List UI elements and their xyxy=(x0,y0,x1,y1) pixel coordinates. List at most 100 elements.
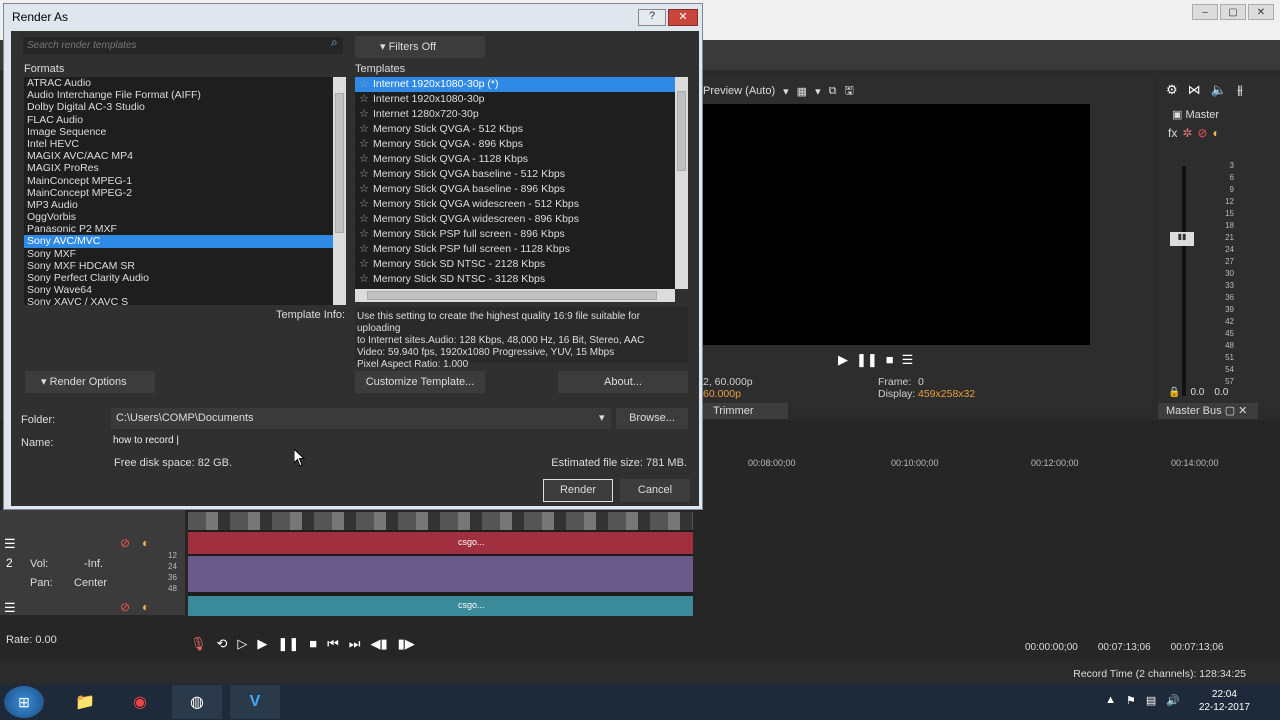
record-icon[interactable]: 🎙 xyxy=(190,636,207,652)
template-item[interactable]: ☆ Memory Stick SD NTSC - 2128 Kbps xyxy=(355,257,688,272)
lock-icon[interactable]: 🔒 xyxy=(1168,387,1180,398)
format-item[interactable]: ATRAC Audio xyxy=(24,77,346,89)
star-icon[interactable]: ☆ xyxy=(359,122,373,137)
scrollbar-thumb[interactable] xyxy=(677,91,686,171)
format-item[interactable]: Image Sequence xyxy=(24,126,346,138)
pan-value[interactable]: Center xyxy=(74,577,107,589)
filters-toggle-button[interactable]: ▾ Filters Off xyxy=(355,36,485,58)
template-item[interactable]: ☆ Memory Stick QVGA widescreen - 896 Kbps xyxy=(355,212,688,227)
format-item[interactable]: Sony Wave64 xyxy=(24,284,346,296)
template-item[interactable]: ☆ Memory Stick PSP full screen - 896 Kbps xyxy=(355,227,688,242)
template-item[interactable]: ☆ Internet 1280x720-30p xyxy=(355,107,688,122)
next-frame-icon[interactable]: ▮▶ xyxy=(398,636,415,652)
star-icon[interactable]: ☆ xyxy=(359,152,373,167)
prev-frame-icon[interactable]: ◀▮ xyxy=(370,636,387,652)
close-icon[interactable]: ✕ xyxy=(1238,405,1247,417)
master-fader[interactable]: ▮▮ xyxy=(1170,232,1194,246)
template-item[interactable]: ☆ Memory Stick QVGA - 1128 Kbps xyxy=(355,152,688,167)
star-icon[interactable]: ☆ xyxy=(359,227,373,242)
template-item[interactable]: ☆ Memory Stick QVGA baseline - 896 Kbps xyxy=(355,182,688,197)
chevron-down-icon[interactable]: ▾ xyxy=(815,85,821,98)
timeline-ruler[interactable]: 00:08:00;00 00:10:00;00 00:12:00;00 00:1… xyxy=(703,452,1258,472)
star-icon[interactable]: ☆ xyxy=(359,197,373,212)
go-end-icon[interactable]: ⏭ xyxy=(349,636,361,652)
automation-icon[interactable]: ✲ xyxy=(1182,126,1192,140)
star-icon[interactable]: ☆ xyxy=(359,107,373,122)
format-item[interactable]: Panasonic P2 MXF xyxy=(24,223,346,235)
volume-icon[interactable]: 🔊 xyxy=(1166,694,1180,707)
format-item[interactable]: Sony XAVC / XAVC S xyxy=(24,296,346,305)
fx-icon[interactable]: fx xyxy=(1168,126,1177,140)
play-icon[interactable]: ▶ xyxy=(257,636,267,652)
browse-button[interactable]: Browse... xyxy=(616,408,688,429)
speaker-icon[interactable]: 🔈 xyxy=(1211,82,1227,98)
mute-icon[interactable]: ⊘ xyxy=(120,536,130,550)
star-icon[interactable]: ☆ xyxy=(359,257,373,272)
scrollbar-thumb[interactable] xyxy=(367,291,657,300)
go-start-icon[interactable]: ⏮ xyxy=(327,636,339,652)
templates-horizontal-scrollbar[interactable] xyxy=(355,289,675,302)
format-item[interactable]: MainConcept MPEG-1 xyxy=(24,175,346,187)
star-icon[interactable]: ☆ xyxy=(359,167,373,182)
pause-icon[interactable]: ❚❚ xyxy=(856,352,878,368)
star-icon[interactable]: ☆ xyxy=(359,137,373,152)
format-item[interactable]: Sony MXF xyxy=(24,248,346,260)
close-window-button[interactable]: ✕ xyxy=(1248,4,1274,20)
template-item[interactable]: ☆ Memory Stick QVGA - 512 Kbps xyxy=(355,122,688,137)
dock-icon[interactable]: ▢ xyxy=(1225,405,1235,417)
menu-icon[interactable]: ☰ xyxy=(902,352,914,368)
tab-trimmer[interactable]: Trimmer xyxy=(703,403,788,419)
minimize-button[interactable]: – xyxy=(1192,4,1218,20)
template-item[interactable]: ☆ Internet 1920x1080-30p (*) xyxy=(355,77,688,92)
star-icon[interactable]: ☆ xyxy=(359,182,373,197)
format-item[interactable]: MAGIX AVC/AAC MP4 xyxy=(24,150,346,162)
format-item[interactable]: MAGIX ProRes xyxy=(24,162,346,174)
stop-icon[interactable]: ■ xyxy=(886,352,894,368)
search-input[interactable]: Search render templates xyxy=(23,37,343,54)
expand-icon[interactable]: ⋈ xyxy=(1188,82,1201,98)
flag-icon[interactable]: ⚑ xyxy=(1126,694,1136,707)
format-item[interactable]: Sony AVC/MVC xyxy=(24,235,346,248)
star-icon[interactable]: ☆ xyxy=(359,212,373,227)
format-item[interactable]: MainConcept MPEG-2 xyxy=(24,187,346,199)
star-icon[interactable]: ☆ xyxy=(359,242,373,257)
star-icon[interactable]: ☆ xyxy=(359,272,373,287)
render-button[interactable]: Render xyxy=(543,479,613,502)
pause-icon[interactable]: ❚❚ xyxy=(277,636,299,652)
formats-scrollbar[interactable] xyxy=(333,77,346,305)
audio-event-teal[interactable]: csgo... xyxy=(188,596,693,616)
template-item[interactable]: ☆ Memory Stick QVGA widescreen - 512 Kbps xyxy=(355,197,688,212)
audio-waveform-event[interactable] xyxy=(188,556,693,592)
search-icon[interactable]: ⌕ xyxy=(331,35,338,50)
cancel-button[interactable]: Cancel xyxy=(620,479,690,502)
customize-template-button[interactable]: Customize Template... xyxy=(355,371,485,393)
format-item[interactable]: FLAC Audio xyxy=(24,114,346,126)
menu-icon[interactable]: ☰ xyxy=(4,536,16,552)
preview-mode-dropdown[interactable]: Preview (Auto) xyxy=(703,85,775,97)
vegas-icon[interactable]: V xyxy=(230,685,280,719)
format-item[interactable]: Sony Perfect Clarity Audio xyxy=(24,272,346,284)
name-input[interactable]: how to record | xyxy=(111,431,688,451)
vol-value[interactable]: -Inf. xyxy=(84,558,103,570)
stop-icon[interactable]: ■ xyxy=(309,636,317,652)
start-button[interactable]: ⊞ xyxy=(4,686,44,718)
help-button[interactable]: ? xyxy=(638,9,666,26)
chevron-down-icon[interactable]: ▾ xyxy=(783,85,789,98)
template-item[interactable]: ☆ Internet 1920x1080-30p xyxy=(355,92,688,107)
taskbar-clock[interactable]: 22:04 22-12-2017 xyxy=(1199,688,1250,714)
play-icon[interactable]: ▶ xyxy=(838,352,848,368)
mixer-icon[interactable]: ⫵ xyxy=(1237,82,1243,98)
tray-expand-icon[interactable]: ▲ xyxy=(1105,694,1116,707)
close-button[interactable]: ✕ xyxy=(668,9,698,26)
format-item[interactable]: Dolby Digital AC-3 Studio xyxy=(24,101,346,113)
grid-icon[interactable]: ▦ xyxy=(797,85,807,98)
format-item[interactable]: Sony MXF HDCAM SR xyxy=(24,260,346,272)
play-from-start-icon[interactable]: ▷ xyxy=(237,636,247,652)
folder-combobox[interactable]: C:\Users\COMP\Documents xyxy=(111,408,611,429)
copy-snapshot-icon[interactable]: ⧉ xyxy=(829,85,837,98)
star-icon[interactable]: ☆ xyxy=(359,92,373,107)
scrollbar-thumb[interactable] xyxy=(335,93,344,233)
about-button[interactable]: About... xyxy=(558,371,688,393)
loop-icon[interactable]: ⟲ xyxy=(217,636,228,652)
solo-icon[interactable]: ◐ xyxy=(142,600,149,614)
